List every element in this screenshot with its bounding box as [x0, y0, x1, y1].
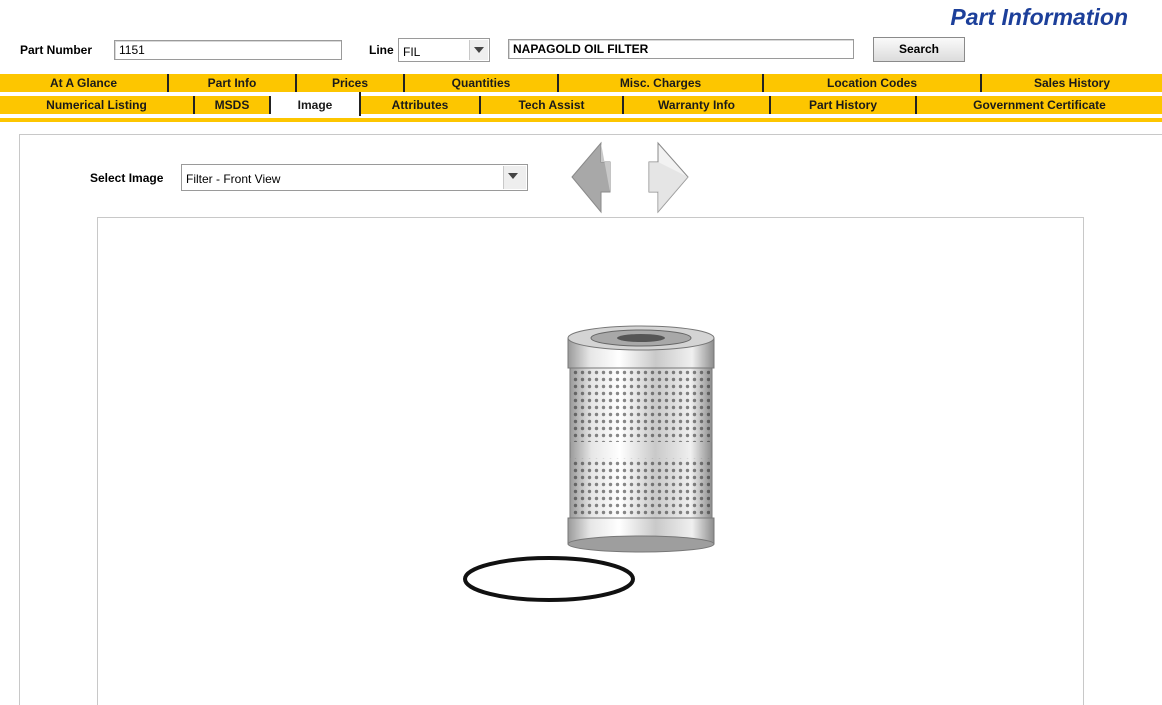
search-button-label: Search	[898, 42, 940, 56]
description-field	[508, 39, 854, 59]
left-arrow-icon[interactable]	[570, 140, 612, 214]
part-number-label: Part Number	[20, 43, 93, 57]
tab-government-certificate[interactable]: Government Certificate	[917, 96, 1162, 114]
right-arrow-icon[interactable]	[646, 140, 690, 214]
tab-tech-assist[interactable]: Tech Assist	[481, 96, 624, 114]
tab-prices[interactable]: Prices	[297, 74, 405, 92]
tab-row-2: Numerical Listing MSDS Image Attributes …	[0, 92, 1162, 116]
tab-row-1: At A Glance Part Info Prices Quantities …	[0, 74, 1162, 92]
select-image-dropdown[interactable]: Filter - Front View	[181, 164, 528, 191]
tab-image[interactable]: Image	[271, 92, 361, 116]
tab-at-a-glance[interactable]: At A Glance	[0, 74, 169, 92]
chevron-down-icon[interactable]	[469, 40, 488, 60]
tab-attributes[interactable]: Attributes	[361, 96, 481, 114]
tab-location-codes[interactable]: Location Codes	[764, 74, 982, 92]
line-label: Line	[369, 43, 394, 57]
tab-warranty-info[interactable]: Warranty Info	[624, 96, 771, 114]
oil-filter-image	[463, 325, 715, 602]
tab-sales-history[interactable]: Sales History	[982, 74, 1162, 92]
tab-numerical-listing[interactable]: Numerical Listing	[0, 96, 195, 114]
tab-misc-charges[interactable]: Misc. Charges	[559, 74, 764, 92]
chevron-down-icon[interactable]	[503, 166, 526, 189]
part-number-input[interactable]	[114, 40, 342, 60]
line-select[interactable]: FIL	[398, 38, 490, 62]
tab-quantities[interactable]: Quantities	[405, 74, 559, 92]
page-title: Part Information	[950, 4, 1128, 30]
tab-part-info[interactable]: Part Info	[169, 74, 297, 92]
search-button[interactable]: Search	[873, 37, 965, 62]
line-select-value: FIL	[403, 45, 421, 59]
tab-msds[interactable]: MSDS	[195, 96, 271, 114]
select-image-label: Select Image	[90, 171, 164, 185]
tab-divider	[0, 118, 1162, 122]
select-image-value: Filter - Front View	[186, 172, 281, 186]
tab-part-history[interactable]: Part History	[771, 96, 917, 114]
